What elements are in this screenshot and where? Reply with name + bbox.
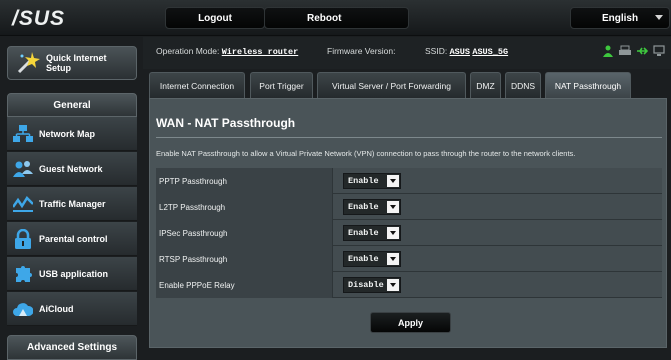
guest-network-icon bbox=[12, 158, 34, 180]
rtsp-passthrough-select[interactable]: Enable bbox=[343, 251, 401, 267]
title-divider bbox=[156, 137, 662, 138]
quick-internet-setup-button[interactable]: Quick Internet Setup bbox=[7, 46, 137, 80]
asus-logo: /SUS bbox=[11, 7, 65, 30]
sidebar-item-label: Network Map bbox=[39, 128, 96, 139]
sidebar-item-label: Parental control bbox=[39, 233, 108, 244]
general-section-header: General bbox=[7, 93, 137, 117]
operation-mode-label: Operation Mode: bbox=[156, 46, 220, 56]
traffic-manager-icon bbox=[12, 193, 34, 215]
sidebar-item-guest-network[interactable]: Guest Network bbox=[7, 152, 137, 186]
dropdown-arrow-icon bbox=[387, 201, 399, 213]
tab-port-trigger[interactable]: Port Trigger bbox=[250, 72, 313, 98]
setting-label: Enable PPPoE Relay bbox=[156, 272, 333, 298]
nat-passthrough-panel: WAN - NAT Passthrough Enable NAT Passthr… bbox=[149, 98, 667, 348]
tab-internet-connection[interactable]: Internet Connection bbox=[149, 72, 245, 98]
apply-button[interactable]: Apply bbox=[370, 312, 451, 333]
sidebar: Quick Internet Setup General Network Map… bbox=[0, 37, 143, 360]
tab-label: Virtual Server / Port Forwarding bbox=[332, 80, 451, 91]
reboot-label: Reboot bbox=[307, 12, 342, 24]
status-icons bbox=[602, 45, 665, 57]
setting-row-ipsec: IPSec Passthrough Enable bbox=[156, 220, 662, 246]
tab-label: DDNS bbox=[510, 80, 536, 91]
sidebar-item-network-map[interactable]: Network Map bbox=[7, 117, 137, 151]
pptp-passthrough-select[interactable]: Enable bbox=[343, 173, 401, 189]
setting-label: L2TP Passthrough bbox=[156, 194, 333, 220]
sidebar-item-label: Traffic Manager bbox=[39, 198, 106, 209]
tab-label: Port Trigger bbox=[259, 80, 304, 91]
sidebar-item-label: Guest Network bbox=[39, 163, 103, 174]
sidebar-item-aicloud[interactable]: AiCloud bbox=[7, 292, 137, 326]
usb-application-icon bbox=[12, 263, 34, 285]
status-bar: Operation Mode: Wireless router Firmware… bbox=[143, 37, 671, 69]
select-value: Enable bbox=[348, 176, 379, 186]
language-select[interactable]: English bbox=[570, 7, 670, 29]
l2tp-passthrough-select[interactable]: Enable bbox=[343, 199, 401, 215]
pppoe-relay-select[interactable]: Disable bbox=[343, 277, 401, 293]
tab-dmz[interactable]: DMZ bbox=[470, 72, 501, 98]
ssid-5g-link[interactable]: ASUS_5G bbox=[472, 47, 508, 57]
general-header-label: General bbox=[53, 99, 91, 111]
firmware-label: Firmware Version: bbox=[327, 46, 396, 56]
ssid-link[interactable]: ASUS bbox=[450, 47, 470, 57]
select-value: Disable bbox=[348, 280, 384, 290]
svg-text:/SUS: /SUS bbox=[11, 7, 65, 30]
logout-label: Logout bbox=[198, 12, 232, 24]
advanced-settings-header: Advanced Settings bbox=[7, 335, 137, 360]
operation-mode: Operation Mode: Wireless router bbox=[156, 46, 298, 57]
tab-nat-passthrough[interactable]: NAT Passthrough bbox=[545, 72, 631, 98]
usb-person-icon[interactable] bbox=[602, 45, 614, 57]
reboot-button[interactable]: Reboot bbox=[264, 7, 409, 29]
select-value: Enable bbox=[348, 202, 379, 212]
tab-label: Internet Connection bbox=[159, 80, 235, 91]
setting-label: IPSec Passthrough bbox=[156, 220, 333, 246]
aicloud-icon bbox=[12, 298, 34, 320]
settings-table: PPTP Passthrough Enable L2TP Passthrough… bbox=[156, 168, 662, 298]
advanced-header-label: Advanced Settings bbox=[26, 342, 118, 353]
page-description: Enable NAT Passthrough to allow a Virtua… bbox=[156, 149, 576, 158]
apply-label: Apply bbox=[397, 317, 423, 328]
sidebar-item-label: USB application bbox=[39, 268, 109, 279]
page-title: WAN - NAT Passthrough bbox=[156, 116, 296, 130]
tab-label: NAT Passthrough bbox=[554, 80, 622, 91]
setting-row-pptp: PPTP Passthrough Enable bbox=[156, 168, 662, 194]
tab-label: DMZ bbox=[476, 80, 495, 91]
setting-label: RTSP Passthrough bbox=[156, 246, 333, 272]
usb-icon[interactable] bbox=[636, 45, 648, 57]
ipsec-passthrough-select[interactable]: Enable bbox=[343, 225, 401, 241]
setting-row-pppoe-relay: Enable PPPoE Relay Disable bbox=[156, 272, 662, 298]
sidebar-item-label: AiCloud bbox=[39, 303, 74, 314]
ssid-info: SSID: ASUS ASUS_5G bbox=[425, 46, 508, 57]
setting-label: PPTP Passthrough bbox=[156, 168, 333, 194]
sidebar-item-traffic-manager[interactable]: Traffic Manager bbox=[7, 187, 137, 221]
top-bar: /SUS Logout Reboot English bbox=[0, 0, 671, 36]
printer-icon[interactable] bbox=[619, 45, 631, 57]
network-icon[interactable] bbox=[653, 45, 665, 57]
tab-ddns[interactable]: DDNS bbox=[505, 72, 541, 98]
select-value: Enable bbox=[348, 254, 379, 264]
ssid-label: SSID: bbox=[425, 46, 448, 56]
setting-row-rtsp: RTSP Passthrough Enable bbox=[156, 246, 662, 272]
parental-control-icon bbox=[12, 228, 34, 250]
firmware-version: Firmware Version: bbox=[327, 46, 396, 56]
magic-wand-icon bbox=[17, 52, 40, 74]
operation-mode-link[interactable]: Wireless router bbox=[222, 47, 299, 57]
language-label: English bbox=[601, 12, 639, 24]
setting-row-l2tp: L2TP Passthrough Enable bbox=[156, 194, 662, 220]
chevron-down-icon bbox=[655, 15, 663, 20]
network-map-icon bbox=[12, 123, 34, 145]
dropdown-arrow-icon bbox=[387, 279, 399, 291]
sidebar-item-parental-control[interactable]: Parental control bbox=[7, 222, 137, 256]
select-value: Enable bbox=[348, 228, 379, 238]
dropdown-arrow-icon bbox=[387, 175, 399, 187]
logout-button[interactable]: Logout bbox=[165, 7, 265, 29]
dropdown-arrow-icon bbox=[387, 253, 399, 265]
tab-virtual-server[interactable]: Virtual Server / Port Forwarding bbox=[317, 72, 466, 98]
dropdown-arrow-icon bbox=[387, 227, 399, 239]
sidebar-item-usb-application[interactable]: USB application bbox=[7, 257, 137, 291]
quick-internet-setup-label: Quick Internet Setup bbox=[46, 53, 107, 73]
